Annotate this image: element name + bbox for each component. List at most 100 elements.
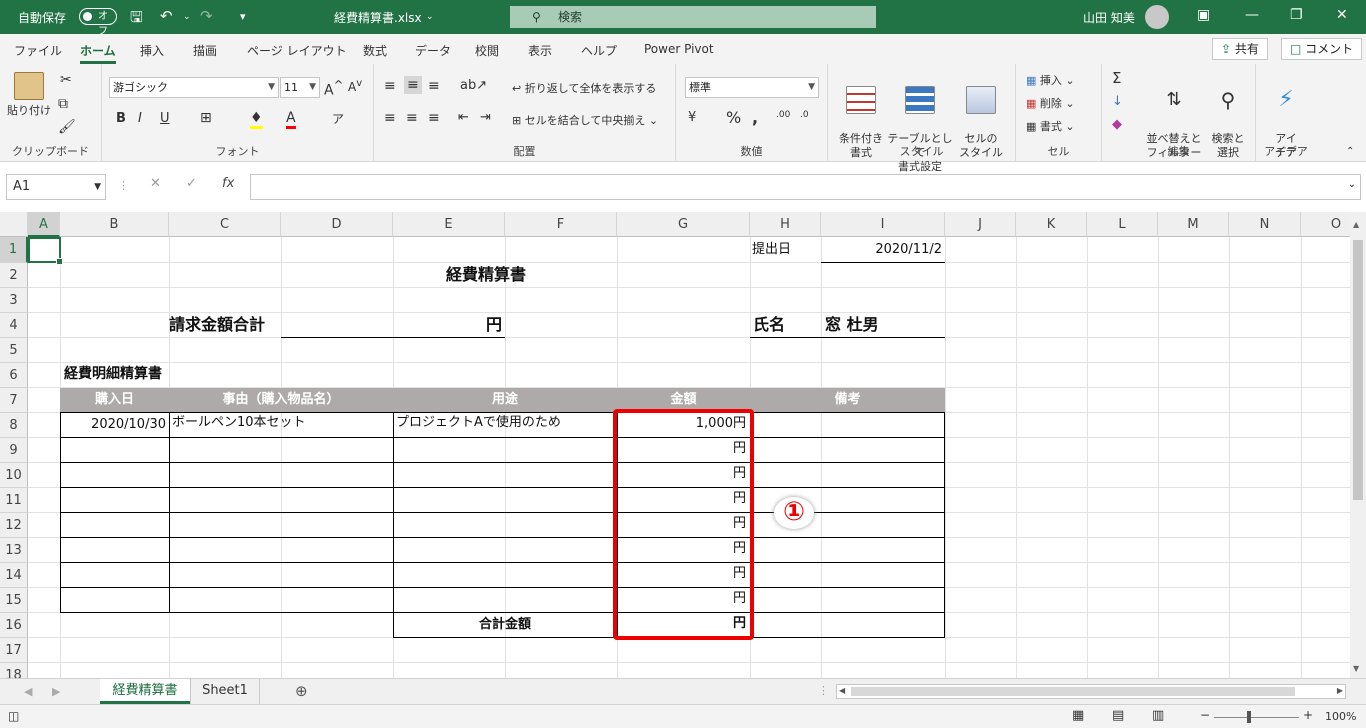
tab-home[interactable]: ホーム <box>80 42 116 64</box>
row-header-12[interactable]: 12 <box>0 513 28 538</box>
fill-color-icon[interactable]: ♦ <box>250 110 263 129</box>
column-header-g[interactable]: G <box>617 212 750 237</box>
zoom-out-icon[interactable]: − <box>1200 708 1210 722</box>
page-break-view-icon[interactable]: ▥ <box>1152 708 1164 723</box>
column-header-j[interactable]: J <box>945 212 1016 237</box>
row8-purpose[interactable]: プロジェクトAで使用のため <box>396 410 616 435</box>
copy-icon[interactable]: ⧉ <box>58 96 68 112</box>
column-header-i[interactable]: I <box>821 212 945 237</box>
row-header-17[interactable]: 17 <box>0 638 28 663</box>
zoom-slider-knob[interactable] <box>1247 711 1251 723</box>
column-header-f[interactable]: F <box>505 212 617 237</box>
add-sheet-icon[interactable]: ⊕ <box>295 682 308 700</box>
page-layout-view-icon[interactable]: ▤ <box>1112 708 1124 723</box>
column-header-h[interactable]: H <box>750 212 821 237</box>
row-header-11[interactable]: 11 <box>0 488 28 513</box>
normal-view-icon[interactable]: ▦ <box>1072 708 1084 723</box>
align-right-icon[interactable]: ≡ <box>428 110 440 126</box>
column-header-m[interactable]: M <box>1158 212 1229 237</box>
increase-font-icon[interactable]: A^ <box>324 78 343 99</box>
sheet-title[interactable]: 経費精算書 <box>393 262 579 287</box>
autosum-icon[interactable]: Σ <box>1112 69 1121 87</box>
next-sheet-icon[interactable]: ▶ <box>52 685 60 698</box>
name-label[interactable]: 氏名 <box>753 312 819 337</box>
zoom-slider-track[interactable] <box>1214 717 1299 718</box>
clear-icon[interactable]: ◆ <box>1112 117 1122 132</box>
decrease-indent-icon[interactable]: ⇤ <box>458 110 469 125</box>
scroll-up-icon[interactable]: ▲ <box>1353 220 1359 229</box>
align-center-icon[interactable]: ≡ <box>406 110 418 126</box>
increase-decimal-icon[interactable]: .00 <box>776 110 790 120</box>
share-button[interactable]: ⇪ 共有 <box>1212 38 1268 60</box>
insert-cells-button[interactable]: ▦ 挿入 ⌄ <box>1026 72 1075 88</box>
tab-view[interactable]: 表示 <box>528 42 552 59</box>
worksheet-grid[interactable]: A B C D E F G H I J K L M N O 1 2 3 4 5 … <box>0 212 1350 678</box>
restore-icon[interactable]: ❐ <box>1290 7 1303 23</box>
cut-icon[interactable]: ✂ <box>60 72 72 88</box>
undo-dropdown-icon[interactable]: ⌄ <box>183 12 191 22</box>
row8-item[interactable]: ボールペン10本セット <box>172 410 392 435</box>
currency-icon[interactable]: ¥ <box>688 110 696 125</box>
total-label[interactable]: 請求金額合計 <box>169 312 281 337</box>
user-name[interactable]: 山田 知美 <box>1083 9 1135 26</box>
total-yen[interactable]: 円 <box>393 312 504 337</box>
tab-draw[interactable]: 描画 <box>193 42 217 59</box>
underline-icon[interactable]: U <box>160 111 170 126</box>
scroll-left-icon[interactable]: ◀ <box>839 686 845 695</box>
tab-file[interactable]: ファイル <box>14 42 62 59</box>
customize-toolbar-icon[interactable]: ▾ <box>240 10 246 23</box>
row-header-5[interactable]: 5 <box>0 338 28 363</box>
horizontal-scroll-thumb[interactable] <box>851 687 1295 696</box>
macro-record-icon[interactable]: ◫ <box>8 709 19 723</box>
column-header-c[interactable]: C <box>169 212 281 237</box>
prev-sheet-icon[interactable]: ◀ <box>24 685 32 698</box>
format-painter-icon[interactable]: 🖌 <box>58 119 76 135</box>
filename-dropdown-icon[interactable]: ⌄ <box>426 12 434 22</box>
tab-formulas[interactable]: 数式 <box>363 42 387 59</box>
submit-date-value[interactable]: 2020/11/2 <box>821 237 944 262</box>
align-middle-icon[interactable]: ≡ <box>404 76 422 94</box>
scroll-right-icon[interactable]: ▶ <box>1337 686 1343 695</box>
delete-cells-button[interactable]: ▦ 削除 ⌄ <box>1026 95 1075 111</box>
decrease-font-icon[interactable]: Av <box>348 78 362 94</box>
tab-splitter-icon[interactable]: ⋮ <box>818 684 829 697</box>
tab-help[interactable]: ヘルプ <box>581 42 617 59</box>
number-format-combo[interactable]: 標準 ▼ <box>685 77 819 98</box>
autosave-toggle[interactable]: オフ <box>79 8 117 37</box>
borders-icon[interactable]: ⊞ <box>200 110 212 126</box>
horizontal-scrollbar[interactable]: ◀ ▶ <box>836 684 1346 699</box>
orientation-icon[interactable]: ab↗ <box>460 78 487 93</box>
row-header-1[interactable]: 1 <box>0 237 28 263</box>
ribbon-display-icon[interactable]: ▣ <box>1197 7 1210 23</box>
row-header-16[interactable]: 16 <box>0 613 28 638</box>
comment-button[interactable]: □ コメント <box>1281 38 1363 60</box>
save-icon[interactable]: 🖫 <box>130 7 143 32</box>
close-icon[interactable]: ✕ <box>1336 7 1348 23</box>
row-header-14[interactable]: 14 <box>0 563 28 588</box>
enter-icon[interactable]: ✓ <box>186 176 197 191</box>
row8-date[interactable]: 2020/10/30 <box>60 412 168 437</box>
row-header-4[interactable]: 4 <box>0 313 28 338</box>
active-cell-selection[interactable] <box>28 237 63 265</box>
comma-icon[interactable]: , <box>752 108 758 127</box>
name-box[interactable]: A1 ▼ <box>6 174 106 200</box>
tab-insert[interactable]: 挿入 <box>140 42 164 59</box>
bold-icon[interactable]: B <box>116 111 126 126</box>
row-header-15[interactable]: 15 <box>0 588 28 613</box>
column-header-d[interactable]: D <box>281 212 393 237</box>
align-bottom-icon[interactable]: ≡ <box>428 78 440 94</box>
sheet-tab-sheet1[interactable]: Sheet1 <box>190 679 260 704</box>
formula-input[interactable]: ⌄ <box>250 174 1361 200</box>
column-header-e[interactable]: E <box>393 212 505 237</box>
avatar[interactable] <box>1145 5 1169 29</box>
row-header-6[interactable]: 6 <box>0 363 28 388</box>
paste-button[interactable]: 貼り付け <box>6 72 52 118</box>
tab-page-layout[interactable]: ページ レイアウト <box>247 42 347 59</box>
column-header-l[interactable]: L <box>1087 212 1158 237</box>
row-header-8[interactable]: 8 <box>0 413 28 438</box>
tab-data[interactable]: データ <box>415 42 451 59</box>
column-header-k[interactable]: K <box>1016 212 1087 237</box>
redo-icon[interactable]: ↷ <box>200 7 213 25</box>
scroll-down-icon[interactable]: ▼ <box>1353 664 1359 673</box>
cancel-icon[interactable]: ✕ <box>150 176 161 191</box>
